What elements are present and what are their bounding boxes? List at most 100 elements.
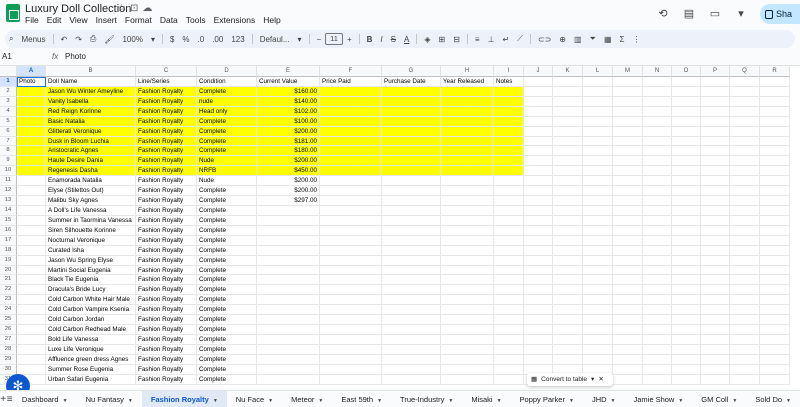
cell[interactable] — [441, 205, 494, 216]
cell[interactable] — [701, 285, 730, 296]
cell[interactable] — [583, 255, 613, 266]
cell[interactable] — [672, 215, 701, 226]
cell[interactable] — [494, 126, 524, 137]
cell-condition[interactable]: Complete — [197, 265, 257, 276]
cell[interactable] — [524, 136, 553, 147]
cell[interactable] — [320, 225, 382, 236]
cell-name[interactable]: Jason Wu Spring Elyse — [46, 255, 136, 266]
cell[interactable] — [524, 255, 553, 266]
text-rotation-icon[interactable]: ⟋ — [513, 34, 527, 44]
cell[interactable] — [17, 364, 46, 375]
cell[interactable] — [672, 106, 701, 117]
cell[interactable] — [441, 275, 494, 286]
row-number[interactable]: 26 — [0, 325, 17, 335]
cell[interactable] — [613, 96, 643, 107]
cell[interactable] — [613, 285, 643, 296]
cell[interactable] — [553, 156, 583, 167]
cell[interactable] — [17, 196, 46, 206]
cell[interactable] — [553, 146, 583, 157]
cell[interactable] — [730, 126, 760, 137]
cell[interactable] — [382, 334, 441, 345]
cell[interactable] — [524, 275, 553, 286]
cell[interactable] — [730, 156, 760, 167]
cell[interactable] — [494, 325, 524, 335]
cell[interactable] — [672, 126, 701, 137]
cell[interactable] — [643, 235, 672, 246]
cell[interactable] — [524, 86, 553, 97]
menu-tools[interactable]: Tools — [186, 15, 206, 25]
cell-name[interactable]: Dusk in Bloom Luchia — [46, 136, 136, 147]
cell-series[interactable]: Fashion Royalty — [136, 245, 197, 256]
cell[interactable] — [494, 255, 524, 266]
cell[interactable] — [382, 106, 441, 117]
font-select[interactable]: Defaul... — [256, 35, 294, 44]
cell[interactable] — [524, 116, 553, 127]
cell[interactable] — [494, 146, 524, 157]
cell[interactable] — [672, 325, 701, 335]
cell[interactable] — [441, 166, 494, 177]
cell[interactable] — [524, 186, 553, 197]
cell[interactable] — [320, 146, 382, 157]
cell-series[interactable]: Fashion Royalty — [136, 176, 197, 187]
cell[interactable] — [553, 315, 583, 326]
insert-comment-icon[interactable]: ⊕ — [555, 35, 570, 44]
cell[interactable] — [730, 354, 760, 365]
cell[interactable] — [760, 305, 790, 316]
cell[interactable] — [17, 245, 46, 256]
cell[interactable] — [730, 136, 760, 147]
cell[interactable] — [730, 116, 760, 127]
cell-series[interactable]: Fashion Royalty — [136, 374, 197, 385]
cell[interactable] — [17, 126, 46, 137]
cell[interactable] — [553, 136, 583, 147]
cell[interactable] — [382, 315, 441, 326]
cell[interactable] — [643, 305, 672, 316]
cell[interactable] — [524, 225, 553, 236]
cell[interactable] — [643, 245, 672, 256]
cell[interactable] — [441, 364, 494, 375]
cell[interactable] — [320, 116, 382, 127]
cell[interactable] — [441, 86, 494, 97]
cell[interactable] — [320, 285, 382, 296]
cell-value[interactable] — [257, 305, 320, 316]
cell[interactable] — [524, 305, 553, 316]
paint-format-icon[interactable]: 🖌 — [100, 35, 118, 44]
font-chevron-icon[interactable]: ▾ — [293, 35, 305, 44]
cell[interactable] — [672, 225, 701, 236]
cell[interactable] — [643, 225, 672, 236]
cell[interactable] — [494, 285, 524, 296]
cell-name[interactable]: Bold Life Vanessa — [46, 334, 136, 345]
row-number[interactable]: 10 — [0, 166, 17, 177]
cell[interactable] — [760, 374, 790, 385]
formula-input[interactable]: Photo — [65, 52, 86, 61]
cell[interactable] — [613, 305, 643, 316]
cell[interactable] — [672, 344, 701, 355]
cell[interactable] — [613, 196, 643, 206]
cell[interactable] — [701, 106, 730, 117]
cell[interactable] — [643, 374, 672, 385]
cell-value[interactable]: $181.00 — [257, 136, 320, 147]
cell[interactable] — [672, 265, 701, 276]
cell[interactable] — [583, 126, 613, 137]
cell[interactable] — [524, 325, 553, 335]
column-header-l[interactable]: L — [583, 66, 613, 77]
increase-decimal-button[interactable]: .00 — [208, 35, 227, 44]
row-number[interactable]: 28 — [0, 344, 17, 355]
cell[interactable] — [494, 166, 524, 177]
menu-edit[interactable]: Edit — [47, 15, 62, 25]
cell[interactable] — [382, 156, 441, 167]
cell[interactable] — [17, 344, 46, 355]
cell[interactable] — [553, 215, 583, 226]
cell[interactable] — [701, 354, 730, 365]
cell[interactable] — [17, 265, 46, 276]
header-cell[interactable] — [701, 77, 730, 87]
cell[interactable] — [701, 255, 730, 266]
cell[interactable] — [494, 106, 524, 117]
cell[interactable] — [701, 136, 730, 147]
cell[interactable] — [613, 275, 643, 286]
header-cell[interactable] — [760, 77, 790, 87]
cell[interactable] — [613, 86, 643, 97]
cell[interactable] — [553, 354, 583, 365]
cell[interactable] — [583, 344, 613, 355]
cell[interactable] — [553, 186, 583, 197]
cell[interactable] — [760, 364, 790, 375]
